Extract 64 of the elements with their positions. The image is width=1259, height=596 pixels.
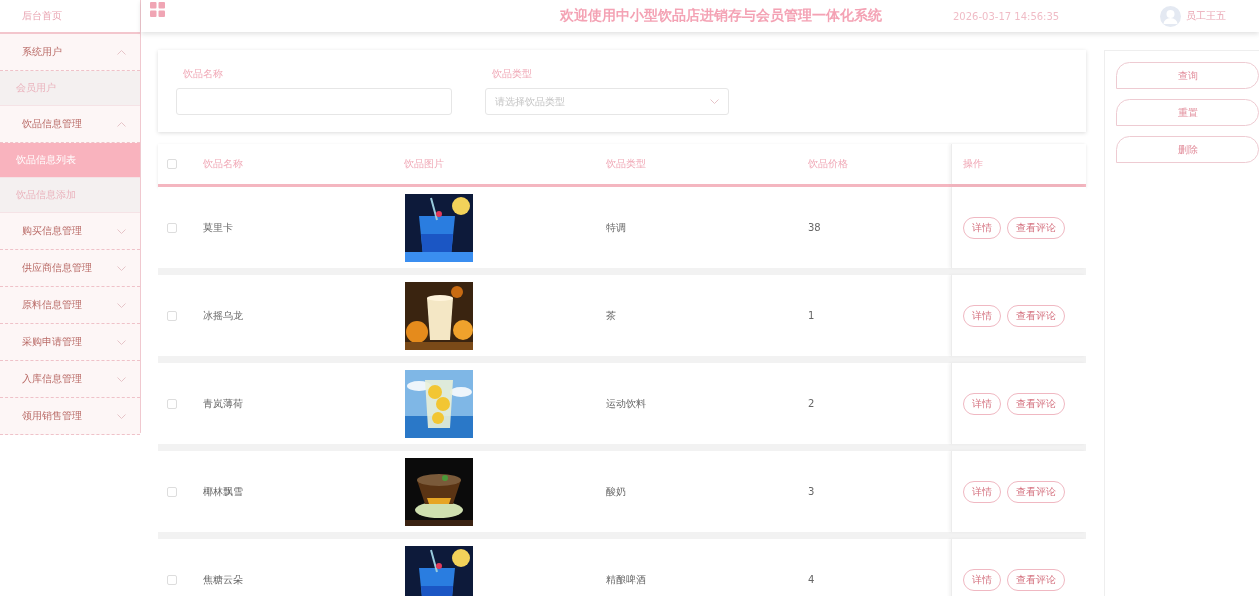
- details-button[interactable]: 详情: [963, 216, 1001, 239]
- column-header: 饮品价格: [807, 157, 849, 171]
- datetime-text: 2026-03-17 14:56:35: [953, 10, 1060, 22]
- chevron-down-icon: [117, 228, 126, 234]
- checkbox[interactable]: [167, 310, 177, 321]
- table-cell-text: 茶: [605, 308, 617, 323]
- user-name[interactable]: 员工王五: [1186, 9, 1226, 23]
- input-field[interactable]: [176, 88, 452, 115]
- sidebar-group[interactable]: 采购申请管理: [0, 324, 140, 361]
- table-cell-text: 莫里卡: [202, 220, 234, 235]
- details-button[interactable]: 详情: [963, 480, 1001, 503]
- column-header: 操作: [963, 157, 983, 171]
- table-cell-text: 38: [807, 222, 822, 233]
- chevron-down-icon: [117, 265, 126, 271]
- sidebar-group[interactable]: 系统用户: [0, 34, 140, 71]
- checkbox[interactable]: [167, 222, 177, 233]
- action-button[interactable]: 删除: [1116, 136, 1259, 163]
- table-cell-text: 冰摇乌龙: [202, 308, 244, 323]
- table-cell-text: 1: [807, 310, 816, 321]
- table-cell-text: 特调: [605, 220, 627, 235]
- chevron-up-icon: [117, 49, 126, 55]
- details-button[interactable]: 详情: [963, 568, 1001, 591]
- table-cell-text: 椰林飘雪: [202, 484, 244, 499]
- chevron-down-icon: [117, 413, 126, 419]
- checkbox[interactable]: [167, 159, 177, 169]
- chevron-down-icon: [710, 99, 719, 104]
- grid-icon[interactable]: [150, 1, 165, 17]
- sidebar-group[interactable]: 饮品信息管理: [0, 106, 140, 143]
- table-cell-text: 酸奶: [605, 484, 627, 499]
- table-cell-text: 3: [807, 486, 816, 497]
- table-cell-text: 青岚薄荷: [202, 396, 244, 411]
- chevron-down-icon: [117, 376, 126, 382]
- field-label: 饮品名称: [182, 67, 224, 81]
- checkbox[interactable]: [167, 574, 177, 585]
- sidebar-group[interactable]: 原料信息管理: [0, 287, 140, 324]
- checkbox[interactable]: [167, 486, 177, 497]
- sidebar-group[interactable]: 购买信息管理: [0, 213, 140, 250]
- table-cell-text: 2: [807, 398, 816, 409]
- table-cell-text: 精酿啤酒: [605, 572, 647, 587]
- column-header: 饮品名称: [202, 157, 244, 171]
- sidebar-group[interactable]: 入库信息管理: [0, 361, 140, 398]
- details-button[interactable]: 详情: [963, 304, 1001, 327]
- checkbox[interactable]: [167, 398, 177, 409]
- field-label: 饮品类型: [491, 67, 533, 81]
- view-comments-button[interactable]: 查看评论: [1007, 392, 1065, 415]
- avatar-icon[interactable]: [1160, 5, 1181, 27]
- column-header: 饮品类型: [605, 157, 647, 171]
- table-cell-text: 焦糖云朵: [202, 572, 244, 587]
- window-title: 欢迎使用中小型饮品店进销存与会员管理一体化系统: [560, 7, 882, 25]
- chevron-down-icon: [117, 339, 126, 345]
- details-button[interactable]: 详情: [963, 392, 1001, 415]
- sidebar-group[interactable]: 领用销售管理: [0, 398, 140, 435]
- action-button[interactable]: 重置: [1116, 99, 1259, 126]
- table-cell-text: 运动饮料: [605, 396, 647, 411]
- chevron-up-icon: [117, 121, 126, 127]
- chevron-down-icon: [117, 302, 126, 308]
- view-comments-button[interactable]: 查看评论: [1007, 568, 1065, 591]
- view-comments-button[interactable]: 查看评论: [1007, 216, 1065, 239]
- sidebar-group[interactable]: 供应商信息管理: [0, 250, 140, 287]
- view-comments-button[interactable]: 查看评论: [1007, 304, 1065, 327]
- view-comments-button[interactable]: 查看评论: [1007, 480, 1065, 503]
- action-button[interactable]: 查询: [1116, 62, 1259, 89]
- table-cell-text: 4: [807, 574, 816, 585]
- column-header: 饮品图片: [403, 157, 445, 171]
